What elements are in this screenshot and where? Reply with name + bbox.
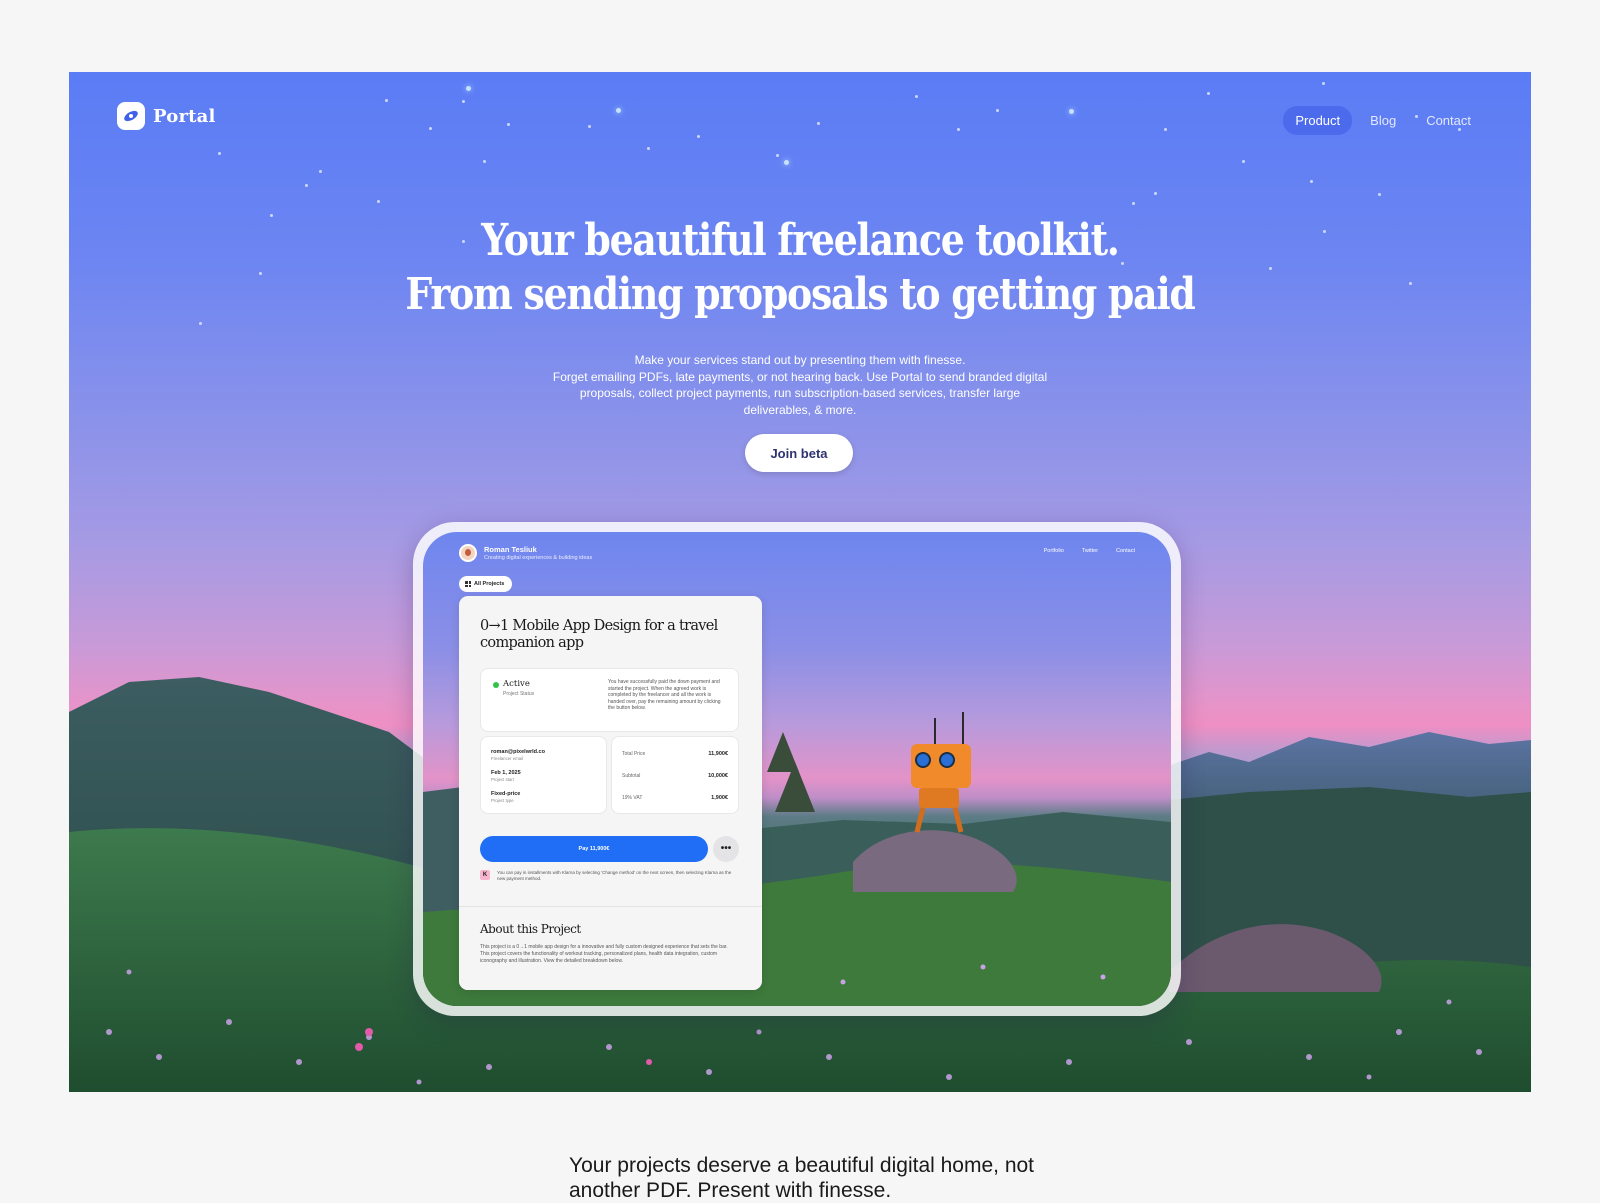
portal-logo-icon: [117, 102, 145, 130]
robot-illustration: [911, 712, 971, 833]
hero-headline: Your beautiful freelance toolkit. From s…: [171, 214, 1428, 322]
price-box: Total Price 11,900€ Subtotal 10,000€ 19% V…: [611, 736, 739, 814]
status-label: Project Status: [503, 691, 535, 697]
brand-logo[interactable]: Portal: [117, 102, 216, 130]
project-start: Feb 1, 2025: [491, 770, 521, 776]
nav-blog[interactable]: Blog: [1358, 106, 1408, 135]
vat-row: 19% VAT 1,900€: [622, 795, 728, 801]
total-price-label: Total Price: [622, 751, 646, 757]
brand-name: Portal: [153, 105, 216, 127]
hero-section: Portal Product Blog Contact Your beautif…: [69, 72, 1531, 1092]
all-projects-button[interactable]: All Projects: [459, 576, 513, 592]
subtotal-row: Subtotal 10,000€: [622, 773, 728, 779]
status-value: Active: [503, 679, 530, 689]
total-price-row: Total Price 11,900€: [622, 751, 728, 757]
avatar: [459, 544, 477, 562]
fade-overlay: [459, 966, 762, 990]
nav-contact[interactable]: Contact: [1414, 106, 1483, 135]
subtitle-line-1: Make your services stand out by presenti…: [634, 353, 966, 367]
device-frame: Roman Tesliuk Creating digital experienc…: [413, 522, 1181, 1016]
status-dot-icon: [493, 682, 499, 688]
preview-nav-portfolio[interactable]: Portfolio: [1044, 548, 1064, 554]
profile-name: Roman Tesliuk: [484, 545, 537, 554]
status-note: You have successfully paid the down paym…: [608, 679, 721, 712]
vat-value: 1,900€: [711, 795, 728, 801]
freelancer-email: roman@pixelwrld.co: [491, 749, 545, 755]
profile-header[interactable]: Roman Tesliuk Creating digital experienc…: [459, 544, 592, 562]
status-box: Active Project Status You have successfu…: [480, 668, 739, 732]
preview-nav-contact[interactable]: Contact: [1116, 548, 1135, 554]
join-beta-button[interactable]: Join beta: [745, 434, 853, 472]
app-preview-screen: Roman Tesliuk Creating digital experienc…: [423, 532, 1171, 1006]
hero-subtitle: Make your services stand out by presenti…: [550, 352, 1050, 418]
vat-label: 19% VAT: [622, 795, 643, 801]
grid-icon: [465, 581, 471, 587]
preview-nav-twitter[interactable]: Twitter: [1082, 548, 1098, 554]
project-start-label: Project start: [491, 777, 514, 782]
more-options-button[interactable]: •••: [713, 836, 739, 862]
project-card: 0→1 Mobile App Design for a travel compa…: [459, 596, 762, 990]
nav-product[interactable]: Product: [1283, 106, 1353, 135]
divider: [459, 906, 762, 907]
klarna-note: You can pay in installments with Klarna …: [497, 870, 732, 881]
all-projects-label: All Projects: [474, 581, 505, 587]
about-text: This project is a 0→1 mobile app design …: [480, 944, 728, 964]
about-title: About this Project: [480, 922, 581, 936]
freelancer-email-label: Freelancer email: [491, 756, 524, 761]
profile-tagline: Creating digital experiences & building …: [484, 555, 593, 561]
top-nav: Product Blog Contact: [1283, 106, 1483, 135]
total-price-value: 11,900€: [708, 751, 728, 757]
subtitle-line-2: Forget emailing PDFs, late payments, or …: [552, 369, 1048, 417]
section-intro-text: Your projects deserve a beautiful digita…: [569, 1154, 1035, 1202]
project-title: 0→1 Mobile App Design for a travel compa…: [480, 618, 718, 651]
klarna-icon: K: [480, 870, 490, 880]
subtotal-value: 10,000€: [708, 773, 728, 779]
project-details-box: roman@pixelwrld.co Freelancer email Feb 1…: [480, 736, 607, 814]
headline-line-2: From sending proposals to getting paid: [405, 269, 1195, 320]
preview-nav: Portfolio Twitter Contact: [1044, 548, 1135, 554]
subtotal-label: Subtotal: [622, 773, 641, 779]
project-type-label: Project type: [491, 798, 514, 803]
headline-line-1: Your beautiful freelance toolkit.: [481, 215, 1120, 266]
pay-button[interactable]: Pay 11,900€: [480, 836, 708, 862]
project-type: Fixed-price: [491, 791, 521, 797]
